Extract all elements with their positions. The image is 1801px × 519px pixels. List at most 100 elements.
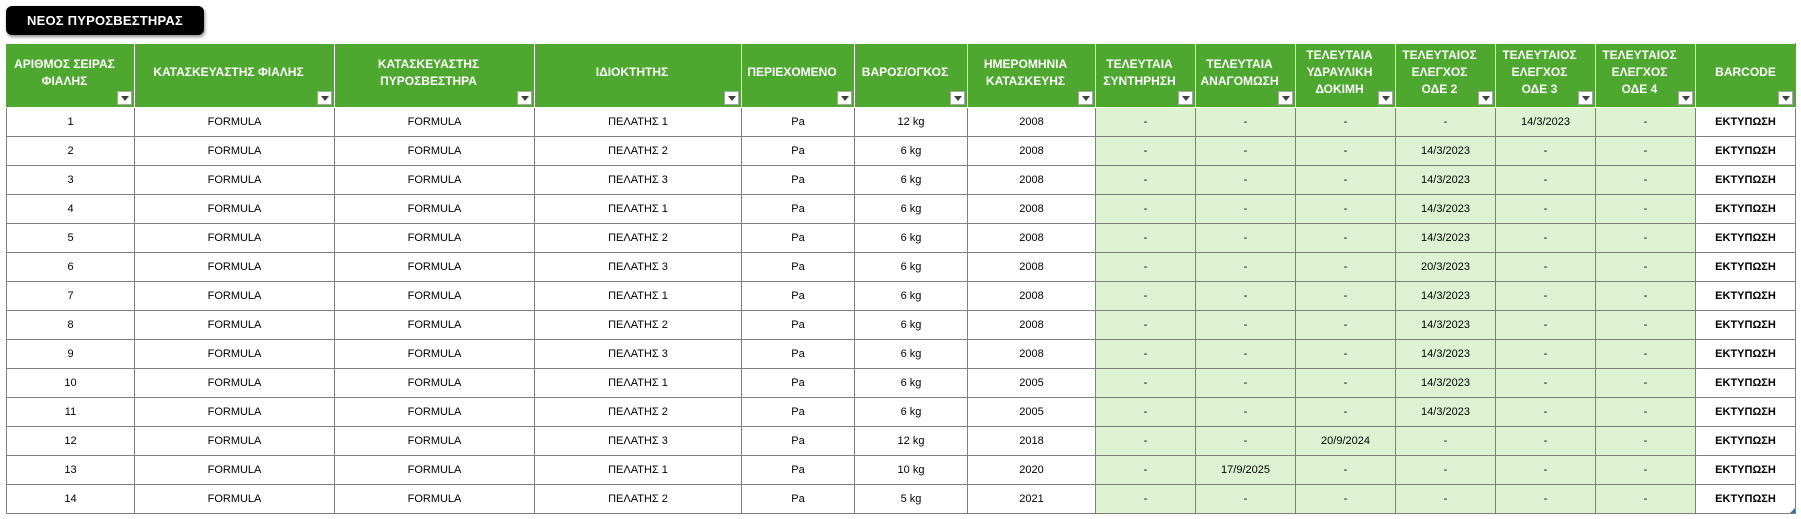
cell-weight-volume[interactable]: 5 kg [854,484,968,514]
print-barcode-cell[interactable]: ΕΚΤΥΠΩΣΗ [1695,426,1796,456]
cell-last-check-ode-3[interactable]: - [1495,194,1596,224]
cell-manufacture-date[interactable]: 2005 [967,397,1096,427]
cell-content[interactable]: Pa [741,397,855,427]
cell-last-check-ode-3[interactable]: - [1495,252,1596,282]
cell-last-recharge[interactable]: - [1195,484,1296,514]
filter-dropdown-icon[interactable] [1578,91,1593,105]
cell-last-check-ode-4[interactable]: - [1595,281,1696,311]
cell-last-check-ode-2[interactable]: - [1395,455,1496,485]
cell-last-maintenance[interactable]: - [1095,252,1196,282]
cell-last-maintenance[interactable]: - [1095,368,1196,398]
cell-last-check-ode-3[interactable]: - [1495,136,1596,166]
print-barcode-cell[interactable]: ΕΚΤΥΠΩΣΗ [1695,107,1796,137]
cell-manufacture-date[interactable]: 2008 [967,223,1096,253]
cell-cylinder-manufacturer[interactable]: FORMULA [134,310,335,340]
cell-last-check-ode-2[interactable]: - [1395,107,1496,137]
cell-manufacture-date[interactable]: 2021 [967,484,1096,514]
cell-serial-number[interactable]: 2 [6,136,135,166]
cell-last-maintenance[interactable]: - [1095,397,1196,427]
cell-last-recharge[interactable]: - [1195,281,1296,311]
cell-serial-number[interactable]: 11 [6,397,135,427]
cell-last-check-ode-2[interactable]: 14/3/2023 [1395,339,1496,369]
cell-last-check-ode-2[interactable]: 14/3/2023 [1395,194,1496,224]
cell-cylinder-manufacturer[interactable]: FORMULA [134,223,335,253]
cell-last-recharge[interactable]: - [1195,397,1296,427]
cell-serial-number[interactable]: 14 [6,484,135,514]
cell-cylinder-manufacturer[interactable]: FORMULA [134,484,335,514]
cell-last-recharge[interactable]: - [1195,310,1296,340]
cell-last-recharge[interactable]: - [1195,165,1296,195]
cell-extinguisher-manufacturer[interactable]: FORMULA [334,484,535,514]
cell-weight-volume[interactable]: 6 kg [854,339,968,369]
cell-cylinder-manufacturer[interactable]: FORMULA [134,397,335,427]
cell-last-check-ode-3[interactable]: - [1495,368,1596,398]
print-barcode-cell[interactable]: ΕΚΤΥΠΩΣΗ [1695,223,1796,253]
print-barcode-cell[interactable]: ΕΚΤΥΠΩΣΗ [1695,397,1796,427]
cell-last-recharge[interactable]: - [1195,368,1296,398]
cell-cylinder-manufacturer[interactable]: FORMULA [134,136,335,166]
cell-serial-number[interactable]: 6 [6,252,135,282]
cell-last-check-ode-4[interactable]: - [1595,368,1696,398]
cell-last-check-ode-2[interactable]: 14/3/2023 [1395,281,1496,311]
cell-weight-volume[interactable]: 12 kg [854,426,968,456]
cell-last-check-ode-4[interactable]: - [1595,397,1696,427]
cell-last-check-ode-3[interactable]: - [1495,339,1596,369]
cell-last-hydraulic-test[interactable]: - [1295,281,1396,311]
cell-last-check-ode-2[interactable]: 14/3/2023 [1395,310,1496,340]
cell-serial-number[interactable]: 3 [6,165,135,195]
cell-owner[interactable]: ΠΕΛΑΤΗΣ 2 [534,484,742,514]
cell-last-check-ode-2[interactable]: 14/3/2023 [1395,223,1496,253]
cell-manufacture-date[interactable]: 2020 [967,455,1096,485]
cell-extinguisher-manufacturer[interactable]: FORMULA [334,223,535,253]
cell-serial-number[interactable]: 8 [6,310,135,340]
cell-serial-number[interactable]: 9 [6,339,135,369]
cell-extinguisher-manufacturer[interactable]: FORMULA [334,107,535,137]
cell-extinguisher-manufacturer[interactable]: FORMULA [334,165,535,195]
cell-owner[interactable]: ΠΕΛΑΤΗΣ 1 [534,194,742,224]
cell-last-hydraulic-test[interactable]: - [1295,165,1396,195]
cell-last-maintenance[interactable]: - [1095,484,1196,514]
cell-weight-volume[interactable]: 6 kg [854,310,968,340]
cell-serial-number[interactable]: 13 [6,455,135,485]
cell-content[interactable]: Pa [741,426,855,456]
cell-weight-volume[interactable]: 10 kg [854,455,968,485]
cell-extinguisher-manufacturer[interactable]: FORMULA [334,252,535,282]
cell-last-recharge[interactable]: 17/9/2025 [1195,455,1296,485]
cell-serial-number[interactable]: 7 [6,281,135,311]
cell-cylinder-manufacturer[interactable]: FORMULA [134,368,335,398]
cell-last-check-ode-4[interactable]: - [1595,455,1696,485]
cell-content[interactable]: Pa [741,310,855,340]
cell-cylinder-manufacturer[interactable]: FORMULA [134,252,335,282]
cell-last-check-ode-3[interactable]: - [1495,310,1596,340]
cell-owner[interactable]: ΠΕΛΑΤΗΣ 1 [534,368,742,398]
cell-manufacture-date[interactable]: 2008 [967,194,1096,224]
cell-last-maintenance[interactable]: - [1095,136,1196,166]
cell-content[interactable]: Pa [741,136,855,166]
cell-manufacture-date[interactable]: 2018 [967,426,1096,456]
cell-last-maintenance[interactable]: - [1095,426,1196,456]
cell-last-check-ode-2[interactable]: 14/3/2023 [1395,165,1496,195]
cell-serial-number[interactable]: 5 [6,223,135,253]
cell-last-hydraulic-test[interactable]: - [1295,252,1396,282]
cell-content[interactable]: Pa [741,223,855,253]
cell-owner[interactable]: ΠΕΛΑΤΗΣ 3 [534,426,742,456]
cell-last-recharge[interactable]: - [1195,426,1296,456]
cell-last-check-ode-2[interactable]: 14/3/2023 [1395,397,1496,427]
cell-manufacture-date[interactable]: 2008 [967,165,1096,195]
print-barcode-cell[interactable]: ΕΚΤΥΠΩΣΗ [1695,310,1796,340]
cell-weight-volume[interactable]: 6 kg [854,281,968,311]
cell-last-check-ode-3[interactable]: 14/3/2023 [1495,107,1596,137]
cell-last-check-ode-3[interactable]: - [1495,426,1596,456]
cell-owner[interactable]: ΠΕΛΑΤΗΣ 1 [534,107,742,137]
cell-last-hydraulic-test[interactable]: 20/9/2024 [1295,426,1396,456]
cell-owner[interactable]: ΠΕΛΑΤΗΣ 3 [534,252,742,282]
filter-dropdown-icon[interactable] [1778,91,1793,105]
cell-owner[interactable]: ΠΕΛΑΤΗΣ 1 [534,281,742,311]
cell-serial-number[interactable]: 10 [6,368,135,398]
print-barcode-cell[interactable]: ΕΚΤΥΠΩΣΗ [1695,368,1796,398]
cell-manufacture-date[interactable]: 2005 [967,368,1096,398]
cell-owner[interactable]: ΠΕΛΑΤΗΣ 3 [534,339,742,369]
cell-last-check-ode-2[interactable]: - [1395,426,1496,456]
cell-manufacture-date[interactable]: 2008 [967,252,1096,282]
cell-last-hydraulic-test[interactable]: - [1295,136,1396,166]
